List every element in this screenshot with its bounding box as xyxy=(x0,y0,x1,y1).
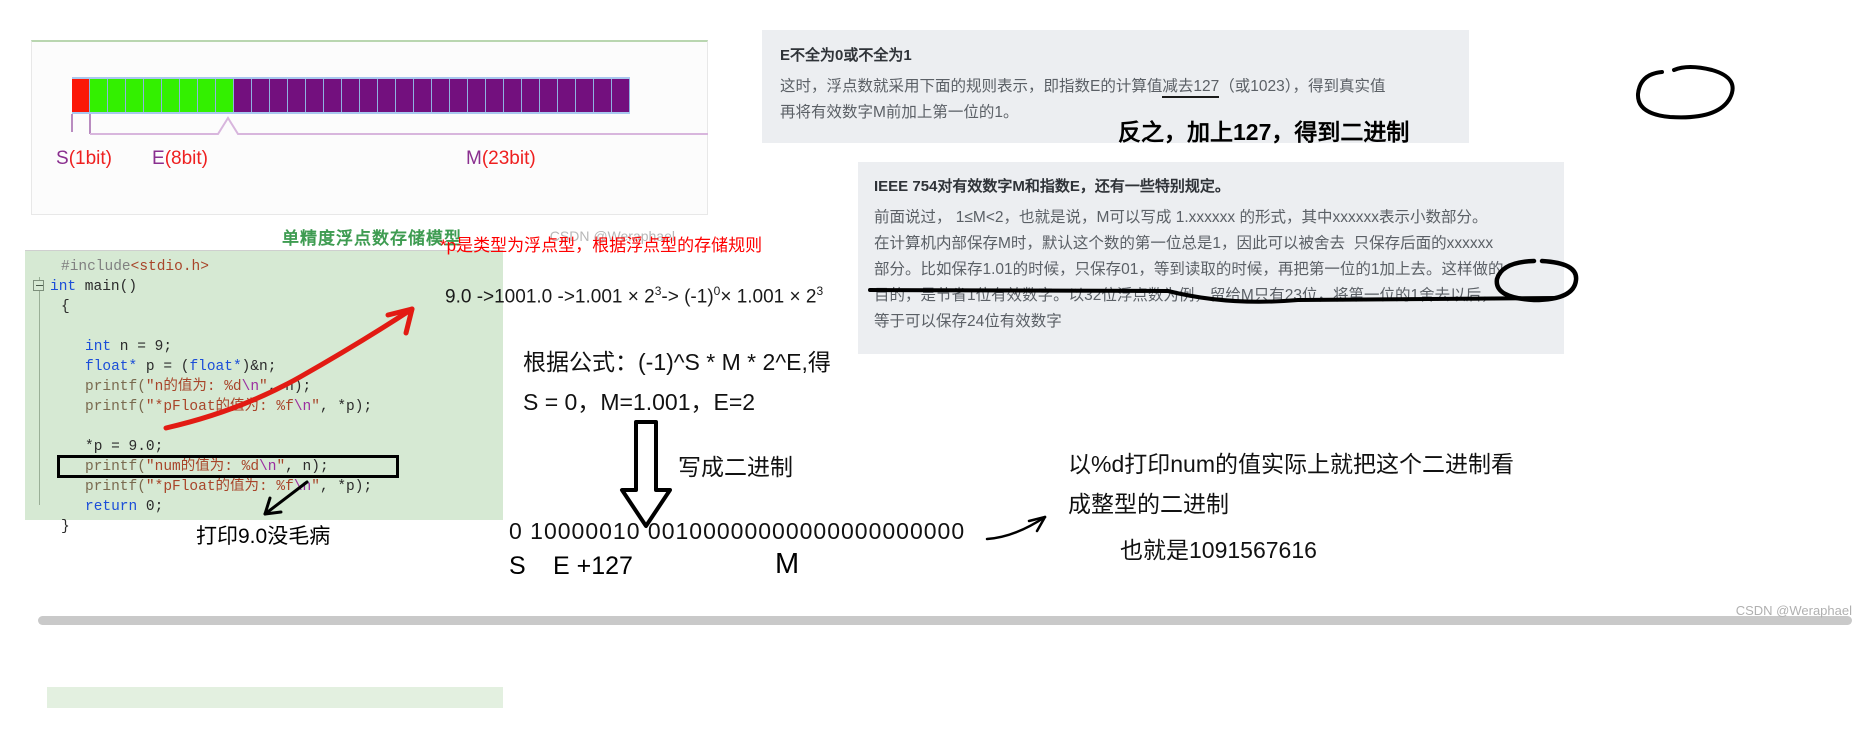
bit-cell-mantissa xyxy=(252,79,270,112)
bit-cell-mantissa xyxy=(414,79,432,112)
bit-cell-mantissa xyxy=(450,79,468,112)
bit-cell-mantissa xyxy=(522,79,540,112)
bit-cell-mantissa xyxy=(360,79,378,112)
label-sign-field: S(1bit) xyxy=(56,148,112,169)
info-box-2-line-2-rest: 只保存后面的xxxxxx xyxy=(1353,235,1494,252)
float-storage-diagram-card: S(1bit) E(8bit) M(23bit) 单精度浮点数存储模型 CSDN… xyxy=(31,40,708,248)
bitfield-row xyxy=(72,77,630,114)
red-arrow-annotation xyxy=(163,306,415,431)
bit-cell-mantissa xyxy=(342,79,360,112)
info-box-2-title: IEEE 754对有效数字M和指数E，还有一些特别规定。 xyxy=(874,178,1230,195)
code-line-include: #include<stdio.h> xyxy=(61,259,209,275)
code-line-brace-open: { xyxy=(61,299,70,315)
expr-part-c: × 1.001 × 2 xyxy=(720,286,817,308)
red-annotation-pointer-type: *p是类型为浮点型，根据浮点型的存储规则 xyxy=(440,236,763,255)
bit-cell-exponent xyxy=(162,79,180,112)
info-box-1-underlined: 减去127 xyxy=(1162,78,1220,98)
code-line-return: return 0; xyxy=(85,499,164,515)
code-highlight-row xyxy=(47,687,503,708)
horizontal-scrollbar[interactable] xyxy=(38,616,1852,625)
bit-cell-mantissa xyxy=(486,79,504,112)
handwritten-label-s: S xyxy=(509,552,526,580)
bit-cell-sign xyxy=(72,79,90,112)
bit-cell-exponent xyxy=(180,79,198,112)
bit-cell-mantissa xyxy=(558,79,576,112)
right-note-line-1: 以%d打印num的值实际上就把这个二进制看 xyxy=(1068,451,1514,477)
bit-cell-mantissa xyxy=(540,79,558,112)
info-box-1-line-1b: （或1023），得到真实值 xyxy=(1219,78,1386,95)
bit-cell-mantissa xyxy=(468,79,486,112)
caption-write-binary: 写成二进制 xyxy=(678,454,793,480)
circle-annotation-real-value xyxy=(1636,65,1735,120)
info-box-2-line-2: 在计算机内部保存M时，默认这个数的第一位总是1，因此可以被舍去 只保存后面的xx… xyxy=(874,231,1548,257)
right-note-line-3: 也就是1091567616 xyxy=(1120,537,1317,563)
bit-cell-mantissa xyxy=(288,79,306,112)
code-line-printf-pfloat-2: printf("*pFloat的值为: %f\n", *p); xyxy=(85,479,373,495)
info-box-1-line-1: 这时，浮点数就采用下面的规则表示，即指数E的计算值减去127（或1023），得到… xyxy=(780,74,1451,100)
code-gutter xyxy=(39,277,40,505)
bit-cell-mantissa xyxy=(396,79,414,112)
expr-part-a: 9.0 ->1001.0 ->1.001 × 2 xyxy=(445,286,655,308)
handwritten-note-reverse: 反之，加上127，得到二进制 xyxy=(1118,119,1410,145)
handwritten-underline-storage-rule xyxy=(868,288,1558,304)
code-emphasis-box xyxy=(57,455,399,478)
info-box-2-underlined: 在计算机内部保存M时，默认这个数的第一位总是1，因此可以被舍去 xyxy=(874,235,1346,252)
code-line-int-n: int n = 9; xyxy=(85,339,173,355)
right-note-line-2: 成整型的二进制 xyxy=(1068,491,1229,517)
info-box-ieee754: IEEE 754对有效数字M和指数E，还有一些特别规定。 前面说过， 1≤M<2… xyxy=(858,162,1564,354)
bit-cell-mantissa xyxy=(270,79,288,112)
code-line-main: int main() xyxy=(50,279,138,295)
bit-cell-exponent xyxy=(90,79,108,112)
expr-part-b: -> (-1) xyxy=(661,286,714,308)
bit-cell-mantissa xyxy=(432,79,450,112)
diagram-title: 单精度浮点数存储模型 xyxy=(282,229,462,248)
bit-cell-exponent xyxy=(198,79,216,112)
info-box-1-line-1a: 这时，浮点数就采用下面的规则表示，即指数E的计算值 xyxy=(780,78,1163,95)
bit-cell-exponent xyxy=(144,79,162,112)
expr-sup-c: 3 xyxy=(816,284,824,298)
bit-cell-mantissa xyxy=(504,79,522,112)
bit-cell-mantissa xyxy=(378,79,396,112)
label-exponent-field: E(8bit) xyxy=(152,148,208,169)
bit-cell-mantissa xyxy=(594,79,612,112)
label-mantissa-field: M(23bit) xyxy=(466,148,536,169)
bit-cell-exponent xyxy=(108,79,126,112)
bit-cell-mantissa xyxy=(612,79,630,112)
circle-annotation-discarded xyxy=(1494,258,1579,303)
bit-cell-mantissa xyxy=(306,79,324,112)
bit-cell-mantissa xyxy=(576,79,594,112)
info-box-2-line-3: 部分。比如保存1.01的时候，只保存01，等到读取的时候，再把第一位的1加上去。… xyxy=(874,261,1504,278)
info-box-1-title: E不全为0或不全为1 xyxy=(780,47,912,64)
down-arrow-icon xyxy=(620,420,672,528)
code-line-brace-close: } xyxy=(61,519,70,535)
arrow-to-right-note xyxy=(985,515,1047,541)
code-fold-toggle[interactable] xyxy=(33,280,44,291)
footer-watermark: CSDN @Weraphael xyxy=(1735,603,1852,618)
bit-cell-mantissa xyxy=(234,79,252,112)
formula-ieee-general: 根据公式：(-1)^S * M * 2^E,得 xyxy=(523,349,831,375)
caption-print-ok: 打印9.0没毛病 xyxy=(196,525,331,548)
bit-cell-mantissa xyxy=(324,79,342,112)
expression-float-expansion: 9.0 ->1001.0 ->1.001 × 23-> (-1)0× 1.001… xyxy=(445,284,823,308)
formula-solved-values: S = 0，M=1.001，E=2 xyxy=(523,389,756,415)
handwritten-label-m: M xyxy=(775,548,800,580)
binary-representation: 0 10000010 00100000000000000000000 xyxy=(509,518,966,544)
handwritten-label-e-plus-127: E +127 xyxy=(553,552,633,580)
bit-cell-exponent xyxy=(126,79,144,112)
field-braces xyxy=(71,114,708,135)
bit-cell-exponent xyxy=(216,79,234,112)
black-arrow-annotation xyxy=(263,480,309,516)
info-box-2-line-5: 等于可以保存24位有效数字 xyxy=(874,313,1062,330)
info-box-2-line-1: 前面说过， 1≤M<2，也就是说，M可以写成 1.xxxxxx 的形式，其中xx… xyxy=(874,209,1488,226)
